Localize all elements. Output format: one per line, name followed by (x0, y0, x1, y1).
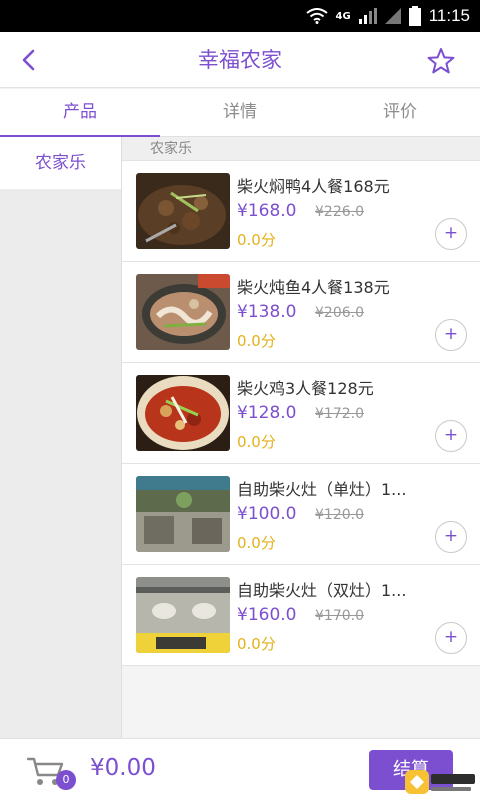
product-name: 柴火炖鱼4人餐138元 (237, 278, 390, 297)
battery-icon (408, 6, 421, 26)
product-score: 0.0分 (237, 534, 276, 552)
product-price: ¥138.0 (237, 302, 297, 322)
product-image (136, 274, 230, 350)
product-name: 自助柴火灶（单灶）1... (237, 480, 407, 499)
product-score: 0.0分 (237, 332, 276, 350)
product-name: 自助柴火灶（双灶）1... (237, 581, 407, 600)
product-price: ¥128.0 (237, 403, 297, 423)
product-original-price: ¥172.0 (315, 406, 364, 422)
add-to-cart-button[interactable]: + (435, 218, 467, 250)
product-score: 0.0分 (237, 635, 276, 653)
page-title: 幸福农家 (198, 48, 282, 72)
app-header: 幸福农家 (0, 32, 480, 88)
product-score: 0.0分 (237, 231, 276, 249)
network-type-label: 4G (335, 10, 351, 22)
star-outline-icon (427, 48, 455, 74)
product-price: ¥100.0 (237, 504, 297, 524)
product-original-price: ¥170.0 (315, 608, 364, 624)
product-image (136, 476, 230, 552)
product-name: 柴火焖鸭4人餐168元 (237, 177, 390, 196)
add-to-cart-button[interactable]: + (435, 420, 467, 452)
add-to-cart-button[interactable]: + (435, 521, 467, 553)
product-original-price: ¥206.0 (315, 305, 364, 321)
product-original-price: ¥120.0 (315, 507, 364, 523)
tab-reviews[interactable]: 评价 (320, 89, 480, 136)
signal-secondary-icon (384, 8, 401, 24)
watermark-logo (405, 768, 477, 798)
wifi-icon (305, 8, 328, 24)
product-name: 柴火鸡3人餐128元 (237, 379, 374, 398)
product-price: ¥168.0 (237, 201, 297, 221)
product-row[interactable]: 柴火焖鸭4人餐168元 ¥168.0 ¥226.0 0.0分 + (122, 161, 480, 262)
add-to-cart-button[interactable]: + (435, 319, 467, 351)
back-button[interactable] (10, 42, 46, 78)
chevron-left-icon (22, 49, 35, 71)
product-list: 柴火焖鸭4人餐168元 ¥168.0 ¥226.0 0.0分 + 柴火炖鱼4人餐… (122, 161, 480, 666)
signal-icon (358, 8, 377, 24)
status-icons: 4G 11:15 (305, 0, 480, 32)
status-time: 11:15 (428, 6, 470, 25)
tab-details[interactable]: 详情 (160, 89, 320, 136)
product-row[interactable]: 自助柴火灶（双灶）1... ¥160.0 ¥170.0 0.0分 + (122, 565, 480, 666)
product-price: ¥160.0 (237, 605, 297, 625)
category-header: 农家乐 (122, 137, 480, 161)
product-image (136, 173, 230, 249)
add-to-cart-button[interactable]: + (435, 622, 467, 654)
product-score: 0.0分 (237, 433, 276, 451)
product-original-price: ¥226.0 (315, 204, 364, 220)
product-panel: 农家乐 柴火焖鸭4人餐168元 ¥168.0 ¥226.0 0.0分 + 柴火炖… (122, 137, 480, 738)
product-image (136, 375, 230, 451)
product-row[interactable]: 柴火鸡3人餐128元 ¥128.0 ¥172.0 0.0分 + (122, 363, 480, 464)
cart-count-badge: 0 (56, 770, 76, 790)
tab-products[interactable]: 产品 (0, 89, 160, 137)
status-bar: 4G 11:15 (0, 0, 480, 32)
category-sidebar: 农家乐 (0, 137, 122, 738)
product-row[interactable]: 自助柴火灶（单灶）1... ¥100.0 ¥120.0 0.0分 + (122, 464, 480, 565)
favorite-button[interactable] (424, 44, 458, 78)
product-row[interactable]: 柴火炖鱼4人餐138元 ¥138.0 ¥206.0 0.0分 + (122, 262, 480, 363)
tab-bar: 产品 详情 评价 (0, 89, 480, 137)
cart-total: ¥0.00 (90, 755, 156, 781)
product-image (136, 577, 230, 653)
sidebar-item-nongjiale[interactable]: 农家乐 (0, 137, 121, 189)
